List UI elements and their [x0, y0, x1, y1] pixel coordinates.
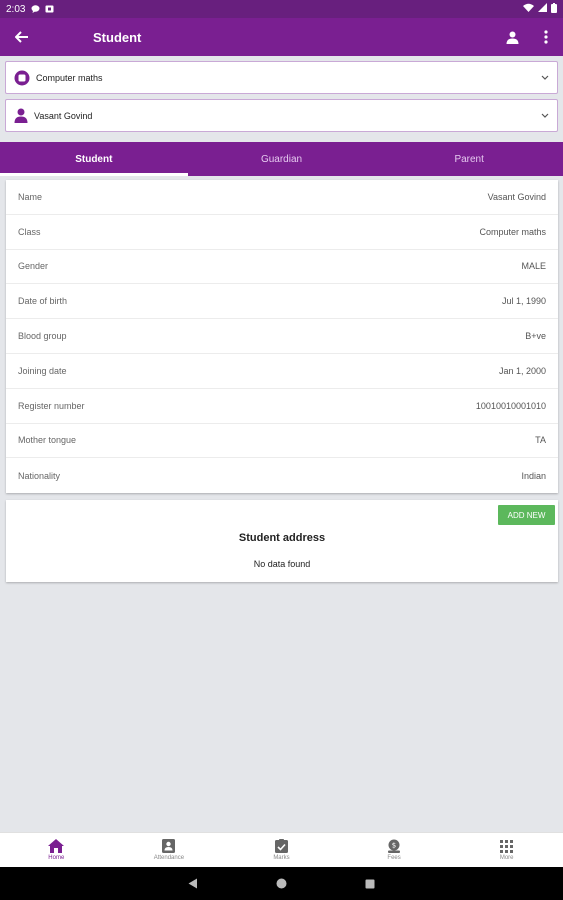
class-selector[interactable]: Computer maths — [5, 61, 558, 94]
class-icon — [14, 70, 30, 85]
info-row-name: Name Vasant Govind — [6, 180, 558, 215]
battery-icon — [551, 2, 557, 16]
info-label: Register number — [18, 400, 85, 411]
notification-icon — [45, 5, 54, 13]
overflow-menu-button[interactable] — [529, 18, 563, 56]
info-value: TA — [535, 435, 546, 446]
info-value: B+ve — [525, 331, 546, 342]
home-icon — [48, 839, 65, 853]
info-row-nationality: Nationality Indian — [6, 458, 558, 493]
message-icon — [31, 5, 40, 13]
status-time: 2:03 — [6, 3, 26, 15]
status-bar: 2:03 — [0, 0, 563, 18]
signal-icon — [538, 3, 547, 15]
fees-icon: $ — [388, 839, 401, 853]
info-row-blood-group: Blood group B+ve — [6, 319, 558, 354]
system-navigation-bar — [0, 867, 563, 900]
nav-label: Attendance — [153, 855, 185, 861]
info-value: Jul 1, 1990 — [501, 296, 546, 307]
info-row-gender: Gender MALE — [6, 250, 558, 285]
chevron-down-icon — [541, 75, 549, 80]
tab-parent[interactable]: Parent — [375, 142, 563, 176]
person-icon — [14, 108, 28, 123]
svg-text:$: $ — [392, 842, 396, 850]
system-home-icon[interactable] — [276, 878, 287, 889]
address-section-title: Student address — [238, 532, 326, 544]
info-value: Computer maths — [479, 226, 546, 237]
info-label: Date of birth — [18, 296, 68, 307]
student-selector[interactable]: Vasant Govind — [5, 99, 558, 132]
marks-icon — [274, 839, 288, 853]
tab-bar: Student Guardian Parent — [0, 142, 563, 176]
info-row-dob: Date of birth Jul 1, 1990 — [6, 284, 558, 320]
info-label: Joining date — [18, 365, 67, 376]
app-bar: Student — [0, 18, 563, 56]
info-value: Vasant Govind — [487, 191, 546, 202]
page-title: Student — [93, 29, 142, 45]
bottom-navigation: Home Attendance Marks $ Fees More — [0, 832, 563, 867]
profile-button[interactable] — [495, 18, 529, 56]
empty-state-text: No data found — [253, 559, 311, 569]
info-row-register-number: Register number 10010010001010 — [6, 389, 558, 424]
student-selector-value: Vasant Govind — [34, 110, 93, 121]
chevron-down-icon — [541, 113, 549, 118]
info-value: Jan 1, 2000 — [498, 365, 546, 376]
class-selector-value: Computer maths — [36, 72, 103, 83]
info-row-mother-tongue: Mother tongue TA — [6, 424, 558, 459]
nav-label: Home — [48, 855, 65, 861]
tab-guardian[interactable]: Guardian — [188, 142, 376, 176]
info-label: Gender — [18, 261, 49, 272]
system-back-icon[interactable] — [188, 878, 198, 889]
nav-home[interactable]: Home — [0, 833, 113, 867]
info-row-class: Class Computer maths — [6, 215, 558, 250]
info-value: MALE — [521, 261, 546, 272]
nav-fees[interactable]: $ Fees — [338, 833, 451, 867]
nav-more[interactable]: More — [450, 833, 563, 867]
attendance-icon — [162, 839, 176, 853]
info-label: Name — [18, 191, 43, 202]
more-vert-icon — [544, 30, 548, 44]
person-icon — [506, 31, 518, 44]
student-address-card: ADD NEW Student address No data found — [6, 500, 558, 582]
nav-label: Fees — [387, 855, 401, 861]
nav-attendance[interactable]: Attendance — [113, 833, 226, 867]
nav-label: Marks — [273, 855, 290, 861]
info-label: Class — [18, 226, 41, 237]
tab-student[interactable]: Student — [0, 142, 188, 176]
nav-marks[interactable]: Marks — [225, 833, 338, 867]
info-value: 10010010001010 — [475, 400, 546, 411]
arrow-back-icon — [15, 31, 28, 43]
more-grid-icon — [500, 839, 514, 853]
system-recents-icon[interactable] — [365, 879, 375, 889]
info-label: Nationality — [18, 470, 61, 481]
wifi-icon — [523, 3, 534, 15]
nav-label: More — [499, 854, 514, 861]
info-label: Mother tongue — [18, 435, 77, 446]
student-info-card: Name Vasant Govind Class Computer maths … — [6, 180, 558, 493]
info-value: Indian — [521, 470, 546, 481]
info-label: Blood group — [18, 331, 67, 342]
add-new-address-button[interactable]: ADD NEW — [498, 505, 555, 525]
back-button[interactable] — [0, 18, 44, 56]
info-row-joining-date: Joining date Jan 1, 2000 — [6, 354, 558, 389]
